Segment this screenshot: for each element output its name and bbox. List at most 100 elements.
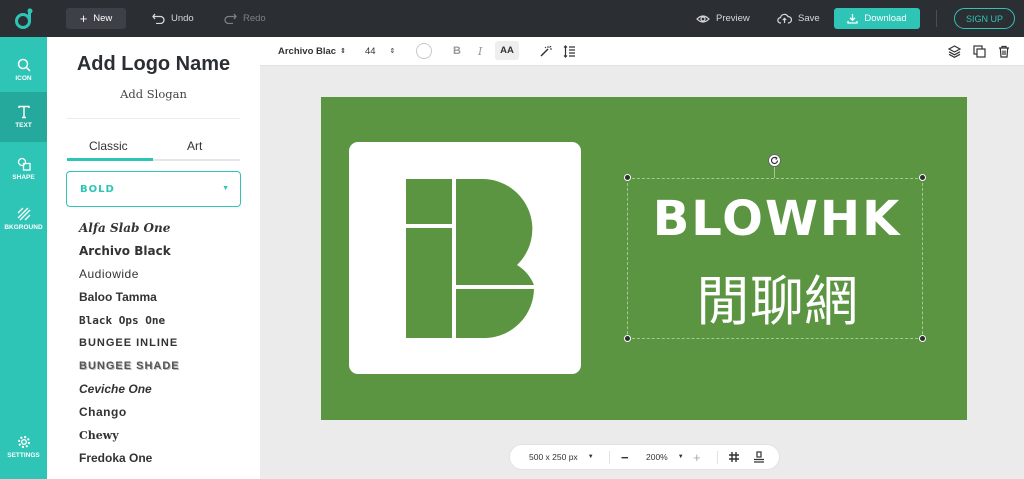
rail-item-background[interactable]: BKGROUND bbox=[0, 194, 47, 244]
font-item[interactable]: Fredoka One bbox=[79, 447, 180, 470]
layers-button[interactable] bbox=[948, 37, 961, 65]
zoom-divider bbox=[609, 451, 610, 464]
undo-button[interactable]: Undo bbox=[152, 8, 194, 29]
panel-divider bbox=[67, 118, 240, 119]
font-family-select[interactable]: Archivo Blac ⇕ bbox=[278, 37, 346, 65]
uppercase-button[interactable]: AA bbox=[495, 41, 519, 60]
font-item[interactable]: Chango bbox=[79, 401, 180, 424]
save-label: Save bbox=[798, 13, 820, 24]
topbar-divider bbox=[936, 10, 937, 27]
top-bar: + New Undo Redo Preview Save Download SI… bbox=[0, 0, 1024, 37]
tab-classic[interactable]: Classic bbox=[89, 139, 128, 153]
rotate-connector bbox=[774, 167, 775, 178]
canvas-size-select[interactable]: 500 x 250 px ▼ bbox=[529, 445, 594, 469]
font-size-value: 44 bbox=[365, 45, 376, 57]
updown-icon: ⇕ bbox=[389, 48, 396, 55]
rotate-handle[interactable] bbox=[768, 154, 781, 167]
download-icon bbox=[847, 14, 859, 24]
signup-button[interactable]: SIGN UP bbox=[954, 8, 1015, 29]
line-spacing-button[interactable] bbox=[563, 37, 576, 65]
logo-canvas[interactable]: BLOWHK 閒聊網 bbox=[321, 97, 967, 420]
app-logo-icon bbox=[14, 8, 32, 29]
font-item[interactable]: BUNGEE INLINE bbox=[79, 332, 180, 355]
zoom-in-button[interactable]: + bbox=[693, 445, 701, 469]
chevron-down-icon: ▼ bbox=[677, 454, 684, 460]
italic-button[interactable]: I bbox=[478, 37, 482, 65]
text-color-picker[interactable] bbox=[416, 37, 432, 65]
chevron-down-icon: ▼ bbox=[222, 185, 229, 192]
font-category-select[interactable]: BOLD ▼ bbox=[66, 171, 241, 207]
rail-item-label: BKGROUND bbox=[4, 224, 43, 231]
tab-art[interactable]: Art bbox=[187, 139, 202, 153]
font-item[interactable]: Alfa Slab One bbox=[79, 217, 180, 240]
logo-slogan[interactable]: 閒聊網 bbox=[627, 268, 927, 336]
plus-icon: + bbox=[693, 449, 701, 465]
layers-icon bbox=[948, 44, 961, 58]
redo-button[interactable]: Redo bbox=[224, 8, 266, 29]
font-item[interactable]: Baloo Tamma bbox=[79, 286, 180, 309]
save-button[interactable]: Save bbox=[777, 8, 820, 29]
rail-item-label: ICON bbox=[15, 75, 32, 82]
minus-icon: − bbox=[621, 449, 629, 465]
download-label: Download bbox=[864, 13, 907, 24]
rail-item-shape[interactable]: SHAPE bbox=[0, 144, 47, 194]
plus-icon: + bbox=[79, 11, 88, 26]
rail-item-label: SHAPE bbox=[12, 174, 35, 181]
app-logo[interactable] bbox=[0, 0, 47, 37]
settings-label: SETTINGS bbox=[7, 452, 40, 459]
zoom-level-select[interactable]: 200% ▼ bbox=[646, 445, 684, 469]
resize-handle-top-left[interactable] bbox=[624, 174, 631, 181]
active-tab-indicator bbox=[67, 158, 153, 161]
text-panel: Add Logo Name Add Slogan Classic Art BOL… bbox=[47, 37, 260, 479]
search-icon bbox=[17, 58, 31, 72]
font-item[interactable]: Ceviche One bbox=[79, 378, 180, 401]
new-button[interactable]: + New bbox=[66, 8, 126, 29]
redo-label: Redo bbox=[243, 13, 266, 24]
undo-icon bbox=[152, 13, 165, 24]
resize-handle-bottom-right[interactable] bbox=[919, 335, 926, 342]
font-item[interactable]: Audiowide bbox=[79, 263, 180, 286]
resize-handle-top-right[interactable] bbox=[919, 174, 926, 181]
zoom-controls: 500 x 250 px ▼ − 200% ▼ + bbox=[509, 444, 780, 470]
font-family-value: Archivo Blac bbox=[278, 45, 337, 57]
preview-label: Preview bbox=[716, 13, 750, 24]
left-tool-rail: ICON TEXT SHAPE BKGROUND SETTINGS bbox=[0, 37, 47, 479]
align-center-icon bbox=[754, 451, 764, 463]
duplicate-icon bbox=[973, 44, 986, 58]
zoom-out-button[interactable]: − bbox=[621, 445, 629, 469]
bold-button[interactable]: B bbox=[453, 37, 461, 65]
shape-icon bbox=[17, 157, 31, 171]
font-size-select[interactable]: 44 ⇕ bbox=[365, 37, 395, 65]
logo-brand-name[interactable]: BLOWHK bbox=[627, 187, 927, 251]
add-logo-name-button[interactable]: Add Logo Name bbox=[47, 53, 260, 76]
font-category-value: BOLD bbox=[80, 184, 115, 195]
align-center-button[interactable] bbox=[753, 445, 765, 469]
font-item[interactable]: Chewy bbox=[79, 424, 180, 447]
text-icon bbox=[17, 105, 30, 119]
rail-item-text[interactable]: TEXT bbox=[0, 92, 47, 142]
font-list: Alfa Slab One Archivo Black Audiowide Ba… bbox=[79, 217, 180, 470]
text-effect-button[interactable] bbox=[539, 37, 552, 65]
letter-b-logo-icon bbox=[406, 179, 534, 338]
rail-item-settings[interactable]: SETTINGS bbox=[0, 422, 47, 472]
rail-item-label: TEXT bbox=[15, 122, 32, 129]
new-label: New bbox=[93, 13, 113, 24]
font-item[interactable]: Archivo Black bbox=[79, 240, 180, 263]
font-item[interactable]: Black Ops One bbox=[79, 309, 180, 332]
add-slogan-button[interactable]: Add Slogan bbox=[47, 87, 260, 101]
delete-button[interactable] bbox=[998, 37, 1010, 65]
zoom-level-value: 200% bbox=[646, 452, 668, 462]
preview-button[interactable]: Preview bbox=[696, 8, 750, 29]
canvas-size-value: 500 x 250 px bbox=[529, 452, 578, 462]
line-spacing-icon bbox=[563, 44, 575, 58]
rail-item-icon[interactable]: ICON bbox=[0, 45, 47, 95]
undo-label: Undo bbox=[171, 13, 194, 24]
resize-handle-bottom-left[interactable] bbox=[624, 335, 631, 342]
logo-icon-card[interactable] bbox=[349, 142, 581, 374]
trash-icon bbox=[999, 45, 1009, 58]
download-button[interactable]: Download bbox=[834, 8, 920, 29]
font-item[interactable]: BUNGEE SHADE bbox=[79, 355, 180, 378]
magic-wand-icon bbox=[540, 45, 552, 57]
duplicate-button[interactable] bbox=[973, 37, 986, 65]
grid-toggle[interactable] bbox=[728, 445, 740, 469]
